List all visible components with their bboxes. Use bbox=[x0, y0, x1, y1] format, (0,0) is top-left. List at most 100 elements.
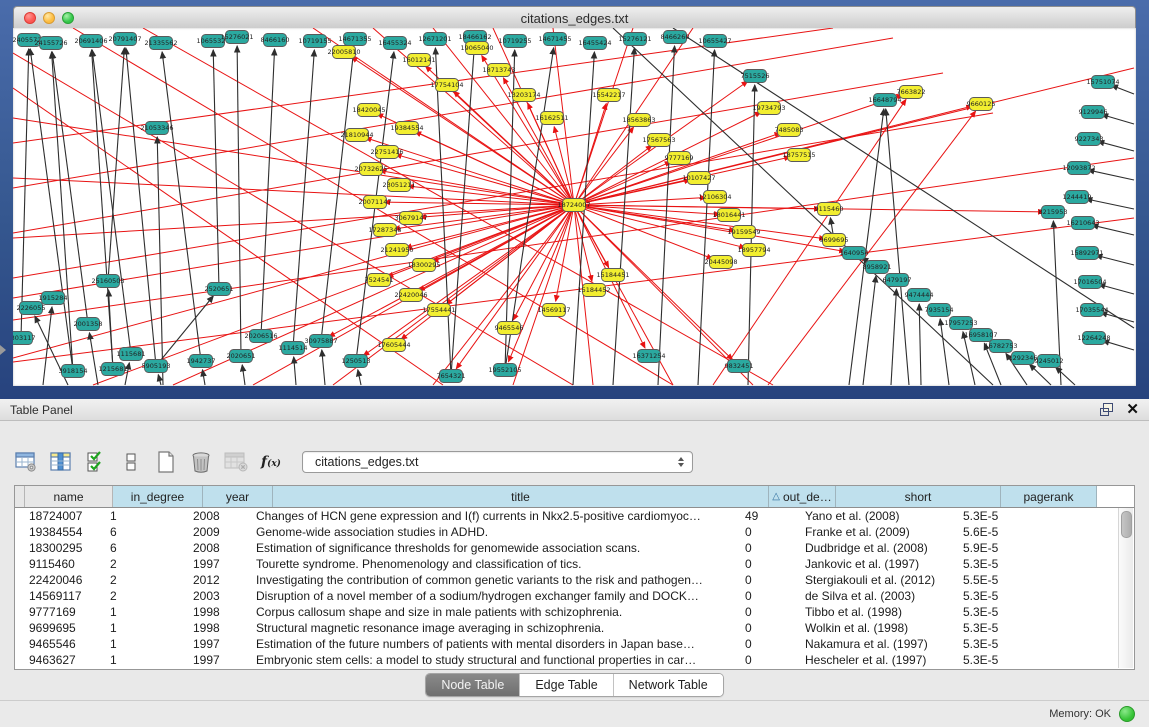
network-canvas[interactable]: 2405572424155726206914062079140721335562… bbox=[13, 28, 1136, 386]
column-header-name[interactable]: name bbox=[25, 486, 113, 507]
citation-edge-black[interactable] bbox=[863, 276, 876, 385]
column-header-pagerank[interactable]: pagerank bbox=[1001, 486, 1097, 507]
cell-title[interactable]: Estimation of the future numbers of pati… bbox=[249, 636, 738, 652]
table-row[interactable]: 946554611997Estimation of the future num… bbox=[15, 636, 1134, 652]
cell-pagerank[interactable]: 5.6E-5 bbox=[956, 524, 1045, 540]
citation-edge-black[interactable] bbox=[261, 49, 275, 336]
cell-out_degree[interactable]: 0 bbox=[738, 652, 798, 668]
column-header-title[interactable]: title bbox=[273, 486, 769, 507]
cell-gutter[interactable] bbox=[15, 620, 22, 636]
cell-short[interactable]: Dudbridge et al. (2008) bbox=[798, 540, 956, 556]
cell-year[interactable]: 1997 bbox=[186, 556, 249, 572]
cell-year[interactable]: 2003 bbox=[186, 588, 249, 604]
citation-edge-red[interactable] bbox=[13, 218, 1134, 362]
cell-in_degree[interactable]: 1 bbox=[103, 652, 186, 668]
cell-short[interactable]: Franke et al. (2009) bbox=[798, 524, 956, 540]
delete-button[interactable] bbox=[189, 449, 213, 475]
citation-graph[interactable]: 2405572424155726206914062079140721335562… bbox=[13, 28, 1136, 386]
tab-network-table[interactable]: Network Table bbox=[613, 674, 723, 696]
citation-edge-black[interactable] bbox=[52, 52, 88, 324]
cell-year[interactable]: 1998 bbox=[186, 620, 249, 636]
citation-edge-black[interactable] bbox=[52, 52, 73, 371]
cell-short[interactable]: Hescheler et al. (1997) bbox=[798, 652, 956, 668]
citation-edge-black[interactable] bbox=[89, 333, 98, 385]
cell-out_degree[interactable]: 49 bbox=[738, 508, 798, 524]
citation-edge-black[interactable] bbox=[43, 307, 52, 385]
citation-edge-black[interactable] bbox=[158, 375, 161, 385]
column-header-in_degree[interactable]: in_degree bbox=[113, 486, 203, 507]
citation-edge-black[interactable] bbox=[242, 365, 245, 385]
column-header-gutter[interactable] bbox=[15, 486, 25, 507]
table-row[interactable]: 1456911722003Disruption of a novel membe… bbox=[15, 588, 1134, 604]
table-panel-titlebar[interactable]: Table Panel ✕ bbox=[0, 399, 1149, 421]
close-window-button[interactable] bbox=[24, 12, 36, 24]
cell-year[interactable]: 1997 bbox=[186, 636, 249, 652]
table-row[interactable]: 911546021997Tourette syndrome. Phenomeno… bbox=[15, 556, 1134, 572]
cell-gutter[interactable] bbox=[15, 652, 22, 668]
citation-edge-black[interactable] bbox=[1086, 199, 1134, 209]
table-settings-button[interactable] bbox=[14, 449, 38, 475]
citation-edge-black[interactable] bbox=[1056, 367, 1075, 385]
citation-edge-black[interactable] bbox=[30, 49, 73, 371]
cell-out_degree[interactable]: 0 bbox=[738, 636, 798, 652]
float-panel-icon[interactable] bbox=[1100, 403, 1114, 416]
cell-out_degree[interactable]: 0 bbox=[738, 604, 798, 620]
cell-pagerank[interactable]: 5.9E-5 bbox=[956, 540, 1045, 556]
table-row[interactable]: 1830029562008Estimation of significance … bbox=[15, 540, 1134, 556]
cell-gutter[interactable] bbox=[15, 636, 22, 652]
citation-edge-black[interactable] bbox=[891, 289, 896, 385]
table-selector-dropdown[interactable]: citations_edges.txt bbox=[302, 451, 693, 473]
cell-gutter[interactable] bbox=[15, 556, 22, 572]
cell-gutter[interactable] bbox=[15, 572, 22, 588]
cell-gutter[interactable] bbox=[15, 588, 22, 604]
column-header-year[interactable]: year bbox=[203, 486, 273, 507]
citation-edge-red[interactable] bbox=[401, 205, 574, 339]
show-columns-button[interactable] bbox=[49, 449, 73, 475]
tab-edge-table[interactable]: Edge Table bbox=[519, 674, 612, 696]
citation-edge-red[interactable] bbox=[574, 95, 902, 205]
cell-year[interactable]: 2008 bbox=[186, 508, 249, 524]
cell-short[interactable]: Stergiakouli et al. (2012) bbox=[798, 572, 956, 588]
cell-year[interactable]: 2008 bbox=[186, 540, 249, 556]
cell-name[interactable]: 18724007 bbox=[22, 508, 103, 524]
zoom-window-button[interactable] bbox=[62, 12, 74, 24]
delete-table-button-disabled[interactable] bbox=[224, 449, 248, 475]
cell-gutter[interactable] bbox=[15, 604, 22, 620]
citation-edge-red[interactable] bbox=[574, 205, 592, 281]
cell-name[interactable]: 19384554 bbox=[22, 524, 103, 540]
table-row[interactable]: 977716911998Corpus callosum shape and si… bbox=[15, 604, 1134, 620]
citation-edge-black[interactable] bbox=[202, 370, 205, 385]
cell-name[interactable]: 9777169 bbox=[22, 604, 103, 620]
cell-gutter[interactable] bbox=[15, 540, 22, 556]
cell-in_degree[interactable]: 2 bbox=[103, 588, 186, 604]
citation-edge-black[interactable] bbox=[237, 46, 241, 356]
cell-short[interactable]: de Silva et al. (2003) bbox=[798, 588, 956, 604]
cell-out_degree[interactable]: 0 bbox=[738, 524, 798, 540]
citation-edge-red[interactable] bbox=[574, 205, 1044, 212]
citation-edge-red[interactable] bbox=[556, 205, 574, 301]
cell-title[interactable]: Estimation of significance thresholds fo… bbox=[249, 540, 738, 556]
cell-name[interactable]: 14569117 bbox=[22, 588, 103, 604]
select-all-button[interactable] bbox=[84, 449, 108, 475]
cell-title[interactable]: Investigating the contribution of common… bbox=[249, 572, 738, 588]
citation-edge-black[interactable] bbox=[573, 52, 594, 385]
table-row[interactable]: 1872400712008Changes of HCN gene express… bbox=[15, 508, 1134, 524]
cell-name[interactable]: 18300295 bbox=[22, 540, 103, 556]
cell-pagerank[interactable]: 5.3E-5 bbox=[956, 604, 1045, 620]
cell-pagerank[interactable]: 5.3E-5 bbox=[956, 620, 1045, 636]
citation-edge-black[interactable] bbox=[92, 50, 131, 354]
cell-title[interactable]: Corpus callosum shape and size in male p… bbox=[249, 604, 738, 620]
network-window-titlebar[interactable]: citations_edges.txt bbox=[13, 6, 1136, 30]
cell-title[interactable]: Embryonic stem cells: a model to study s… bbox=[249, 652, 738, 668]
cell-name[interactable]: 9115460 bbox=[22, 556, 103, 572]
citation-edge-black[interactable] bbox=[126, 48, 156, 366]
cell-gutter[interactable] bbox=[15, 524, 22, 540]
cell-pagerank[interactable]: 5.3E-5 bbox=[956, 652, 1045, 668]
table-row[interactable]: 969969511998Structural magnetic resonanc… bbox=[15, 620, 1134, 636]
citation-edge-black[interactable] bbox=[1111, 85, 1134, 94]
citation-edge-black[interactable] bbox=[358, 370, 361, 385]
table-row[interactable]: 1938455462009Genome-wide association stu… bbox=[15, 524, 1134, 540]
cell-short[interactable]: Nakamura et al. (1997) bbox=[798, 636, 956, 652]
memory-status-indicator[interactable] bbox=[1119, 706, 1135, 722]
cell-out_degree[interactable]: 0 bbox=[738, 556, 798, 572]
